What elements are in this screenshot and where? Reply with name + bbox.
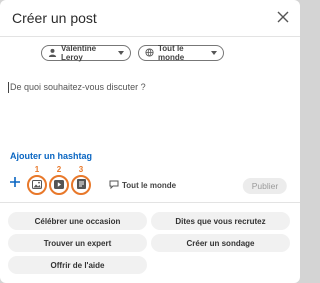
post-text-area[interactable]: De quoi souhaitez-vous discuter ? — [8, 82, 146, 93]
close-icon[interactable] — [276, 10, 290, 24]
suggestion-celebrate[interactable]: Célébrer une occasion — [8, 212, 147, 230]
annotation-number: 1 — [34, 165, 40, 174]
image-icon — [32, 176, 42, 194]
suggestion-hiring[interactable]: Dites que vous recrutez — [151, 212, 290, 230]
chevron-down-icon — [211, 51, 217, 55]
add-document-button[interactable] — [71, 175, 91, 195]
comment-visibility-button[interactable]: Tout le monde — [109, 180, 176, 191]
comment-visibility-label: Tout le monde — [122, 181, 177, 190]
suggestion-create-poll[interactable]: Créer un sondage — [151, 234, 290, 252]
suggestion-find-expert[interactable]: Trouver un expert — [8, 234, 147, 252]
person-icon — [48, 48, 57, 59]
author-selector[interactable]: Valentine Leroy — [41, 44, 131, 62]
create-post-modal: Créer un post Valentine Leroy Tout le mo… — [0, 0, 300, 283]
publish-button[interactable]: Publier — [242, 178, 288, 194]
add-video-button[interactable] — [49, 175, 69, 195]
annotation-number: 2 — [56, 165, 62, 174]
audience-label: Tout le monde — [158, 44, 185, 62]
comment-icon — [109, 180, 119, 191]
globe-icon — [145, 47, 154, 59]
suggestions-divider — [0, 202, 300, 203]
annotation-number: 3 — [78, 165, 84, 174]
header-divider — [0, 36, 300, 37]
plus-icon[interactable] — [9, 175, 21, 187]
audience-selector[interactable]: Tout le monde — [138, 44, 224, 62]
modal-title: Créer un post — [12, 10, 97, 26]
video-icon — [54, 176, 64, 194]
document-icon — [76, 176, 86, 194]
author-name: Valentine Leroy — [61, 44, 97, 62]
suggestion-offer-help[interactable]: Offrir de l'aide — [8, 256, 147, 274]
chevron-down-icon — [118, 51, 124, 55]
add-photo-button[interactable] — [27, 175, 47, 195]
add-hashtag-link[interactable]: Ajouter un hashtag — [10, 151, 92, 161]
